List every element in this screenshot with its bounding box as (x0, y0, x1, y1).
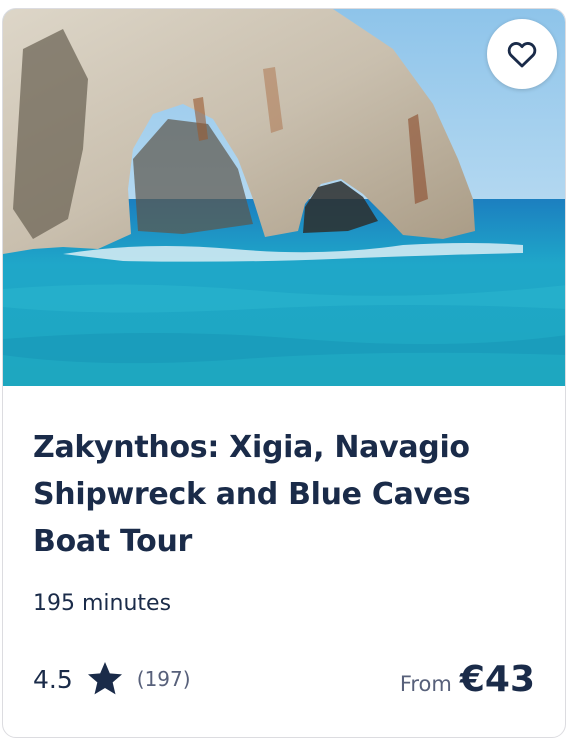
hero-image[interactable] (3, 9, 565, 386)
rating-value: 4.5 (33, 664, 73, 694)
activity-card[interactable]: Zakynthos: Xigia, Navagio Shipwreck and … (2, 8, 566, 738)
card-content: Zakynthos: Xigia, Navagio Shipwreck and … (33, 386, 535, 616)
rating: 4.5 (197) (33, 659, 191, 699)
favorite-button[interactable] (487, 19, 557, 89)
sea-cave-photo (3, 9, 565, 386)
price: From €43 (400, 659, 535, 700)
card-footer: 4.5 (197) From €43 (33, 659, 535, 703)
price-prefix: From (399, 672, 452, 696)
review-count: (197) (136, 667, 191, 691)
star-icon (87, 662, 122, 695)
heart-icon (507, 42, 537, 68)
activity-title[interactable]: Zakynthos: Xigia, Navagio Shipwreck and … (33, 424, 535, 565)
price-amount: €43 (459, 659, 535, 700)
activity-duration: 195 minutes (33, 591, 172, 616)
